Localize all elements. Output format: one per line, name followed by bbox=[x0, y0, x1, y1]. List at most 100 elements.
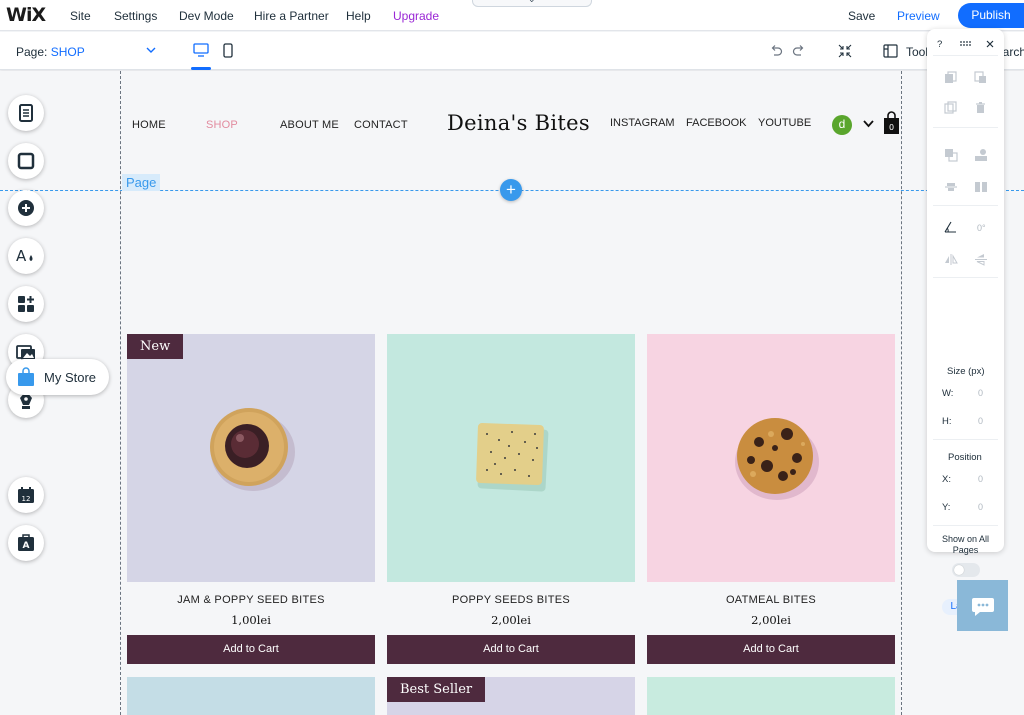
page-selector[interactable]: Page: SHOP bbox=[16, 45, 85, 59]
add-section-button[interactable]: + bbox=[500, 179, 522, 201]
distribute-icon[interactable] bbox=[974, 180, 988, 194]
site-title[interactable]: Deina's Bites bbox=[447, 111, 590, 135]
social-youtube[interactable]: YOUTUBE bbox=[758, 117, 811, 129]
arrange-panel: ? 0° Size (px) W: 0 H: 0 Position X: 0 Y… bbox=[927, 29, 1004, 555]
move-backward-icon[interactable] bbox=[974, 148, 988, 162]
menu-settings[interactable]: Settings bbox=[114, 9, 157, 23]
site-nav-contact[interactable]: CONTACT bbox=[354, 119, 408, 131]
product-image[interactable] bbox=[647, 677, 895, 715]
delete-icon[interactable] bbox=[975, 101, 986, 114]
move-forward-icon[interactable] bbox=[944, 148, 958, 162]
right-gridline bbox=[901, 71, 902, 715]
panel-divider bbox=[933, 277, 998, 278]
redo-icon[interactable] bbox=[792, 44, 806, 58]
drag-handle-icon[interactable] bbox=[960, 41, 972, 47]
chevron-down-icon[interactable] bbox=[862, 119, 875, 129]
svg-text:A: A bbox=[16, 247, 27, 265]
duplicate-icon[interactable] bbox=[944, 101, 957, 114]
width-input[interactable]: 0 bbox=[978, 388, 983, 398]
rotation-value[interactable]: 0° bbox=[977, 223, 986, 233]
top-bar: WiX Site Settings Dev Mode Hire a Partne… bbox=[0, 0, 1024, 31]
position-label: Position bbox=[948, 452, 982, 463]
preview-button[interactable]: Preview bbox=[897, 9, 940, 23]
page-selector-value: SHOP bbox=[50, 45, 85, 59]
menu-help[interactable]: Help bbox=[346, 9, 371, 23]
show-on-all-pages-toggle[interactable] bbox=[952, 563, 980, 577]
page-tag: Page bbox=[122, 174, 161, 191]
add-to-cart-button[interactable]: Add to Cart bbox=[387, 635, 635, 664]
product-image[interactable] bbox=[647, 334, 895, 582]
product-badge: New bbox=[127, 334, 184, 359]
cart-icon[interactable]: 0 bbox=[883, 111, 900, 135]
wix-logo[interactable]: WiX bbox=[6, 4, 46, 26]
product-image[interactable] bbox=[127, 334, 375, 582]
size-label: Size (px) bbox=[947, 366, 985, 377]
apps-button[interactable] bbox=[8, 286, 44, 322]
save-button[interactable]: Save bbox=[848, 9, 875, 23]
y-input[interactable]: 0 bbox=[978, 502, 983, 512]
bookings-button[interactable]: 12 bbox=[8, 477, 44, 513]
desktop-icon[interactable] bbox=[193, 43, 209, 57]
menu-site[interactable]: Site bbox=[70, 9, 91, 23]
add-elements-button[interactable] bbox=[8, 190, 44, 226]
undo-icon[interactable] bbox=[769, 44, 783, 58]
page-selector-label: Page: bbox=[16, 45, 48, 59]
pages-button[interactable] bbox=[8, 95, 44, 131]
product-image[interactable] bbox=[127, 677, 375, 715]
panel-divider bbox=[933, 525, 998, 526]
social-instagram[interactable]: INSTAGRAM bbox=[610, 117, 675, 129]
left-gridline bbox=[120, 71, 121, 715]
publish-button[interactable]: Publish bbox=[958, 3, 1024, 28]
paste-icon[interactable] bbox=[974, 71, 987, 84]
height-label: H: bbox=[942, 416, 952, 427]
panel-divider bbox=[933, 127, 998, 128]
product-image[interactable] bbox=[387, 334, 635, 582]
menu-dev-mode[interactable]: Dev Mode bbox=[179, 9, 234, 23]
product-name[interactable]: OATMEAL BITES bbox=[647, 594, 895, 606]
editor-toolbar: Page: SHOP Tools Search bbox=[0, 32, 1024, 70]
chevron-down-icon: ⌄ bbox=[528, 0, 536, 5]
panel-divider bbox=[933, 205, 998, 206]
ascend-button[interactable]: A bbox=[8, 525, 44, 561]
my-store-button[interactable]: My Store bbox=[6, 359, 109, 395]
active-device-indicator bbox=[191, 67, 211, 70]
oatmeal-cookie-image bbox=[735, 418, 819, 500]
store-icon bbox=[18, 367, 34, 386]
menu-hire-a-partner[interactable]: Hire a Partner bbox=[254, 9, 329, 23]
panel-divider bbox=[933, 439, 998, 440]
social-facebook[interactable]: FACEBOOK bbox=[686, 117, 747, 129]
editor-canvas[interactable]: HOME SHOP ABOUT ME CONTACT Deina's Bites… bbox=[0, 71, 1024, 715]
top-bar-collapse-handle[interactable]: ⌄ bbox=[472, 0, 592, 7]
zoom-out-icon[interactable] bbox=[838, 44, 852, 58]
poppy-seed-bar-image bbox=[476, 423, 549, 492]
site-nav-home[interactable]: HOME bbox=[132, 119, 166, 131]
chat-button[interactable] bbox=[957, 580, 1008, 631]
site-nav-shop[interactable]: SHOP bbox=[206, 119, 238, 131]
x-label: X: bbox=[942, 474, 951, 485]
height-input[interactable]: 0 bbox=[978, 416, 983, 426]
help-button[interactable]: ? bbox=[937, 39, 942, 50]
chevron-down-icon[interactable] bbox=[145, 44, 157, 56]
cart-count: 0 bbox=[889, 123, 894, 132]
background-icon bbox=[17, 152, 35, 170]
site-nav-about-me[interactable]: ABOUT ME bbox=[280, 119, 339, 131]
rotate-icon[interactable] bbox=[944, 221, 957, 233]
add-to-cart-button[interactable]: Add to Cart bbox=[647, 635, 895, 664]
member-avatar[interactable]: d bbox=[832, 115, 852, 135]
product-name[interactable]: POPPY SEEDS BITES bbox=[387, 594, 635, 606]
theme-manager-button[interactable]: A bbox=[8, 238, 44, 274]
flip-horizontal-icon[interactable] bbox=[944, 253, 958, 266]
flip-vertical-icon[interactable] bbox=[974, 253, 988, 266]
add-to-cart-button[interactable]: Add to Cart bbox=[127, 635, 375, 664]
product-name[interactable]: JAM & POPPY SEED BITES bbox=[127, 594, 375, 606]
mobile-icon[interactable] bbox=[223, 43, 233, 58]
tools-icon[interactable] bbox=[883, 44, 898, 58]
copy-icon[interactable] bbox=[944, 71, 957, 84]
show-on-all-pages-label: Show on All Pages bbox=[941, 534, 990, 555]
x-input[interactable]: 0 bbox=[978, 474, 983, 484]
align-icon[interactable] bbox=[944, 180, 958, 194]
close-icon[interactable] bbox=[986, 40, 994, 48]
product-price: 2,00lei bbox=[751, 613, 791, 627]
menu-upgrade[interactable]: Upgrade bbox=[393, 9, 439, 23]
background-button[interactable] bbox=[8, 143, 44, 179]
